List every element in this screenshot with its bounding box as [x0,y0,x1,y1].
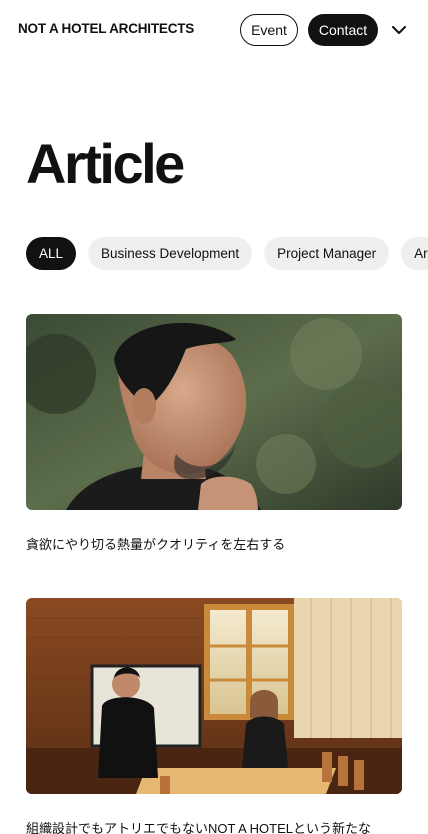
article-title[interactable]: 組織設計でもアトリエでもないNOT A HOTELという新たな [26,819,402,834]
chevron-down-icon [392,25,406,34]
filter-tab-ar[interactable]: Ar [401,237,428,270]
article-photo-man-portrait[interactable] [26,314,402,510]
page-title: Article [26,132,185,195]
article-title[interactable]: 貪欲にやり切る熱量がクオリティを左右する [26,535,402,555]
filter-tab-business-development[interactable]: Business Development [88,237,253,270]
menu-toggle-button[interactable] [389,20,409,40]
article-card[interactable]: 貪欲にやり切る熱量がクオリティを左右する [26,314,402,555]
site-header: NOT A HOTEL ARCHITECTS Event Contact [0,0,428,60]
brand-logo[interactable]: NOT A HOTEL ARCHITECTS [18,21,194,36]
contact-button[interactable]: Contact [308,14,378,46]
category-filter-tabs: ALL Business Development Project Manager Ar [26,237,428,271]
article-card[interactable]: 組織設計でもアトリエでもないNOT A HOTELという新たな [26,598,402,834]
filter-tab-project-manager[interactable]: Project Manager [264,237,390,270]
filter-tab-all[interactable]: ALL [26,237,77,270]
article-photo-meeting-room[interactable] [26,598,402,794]
event-button[interactable]: Event [240,14,298,46]
